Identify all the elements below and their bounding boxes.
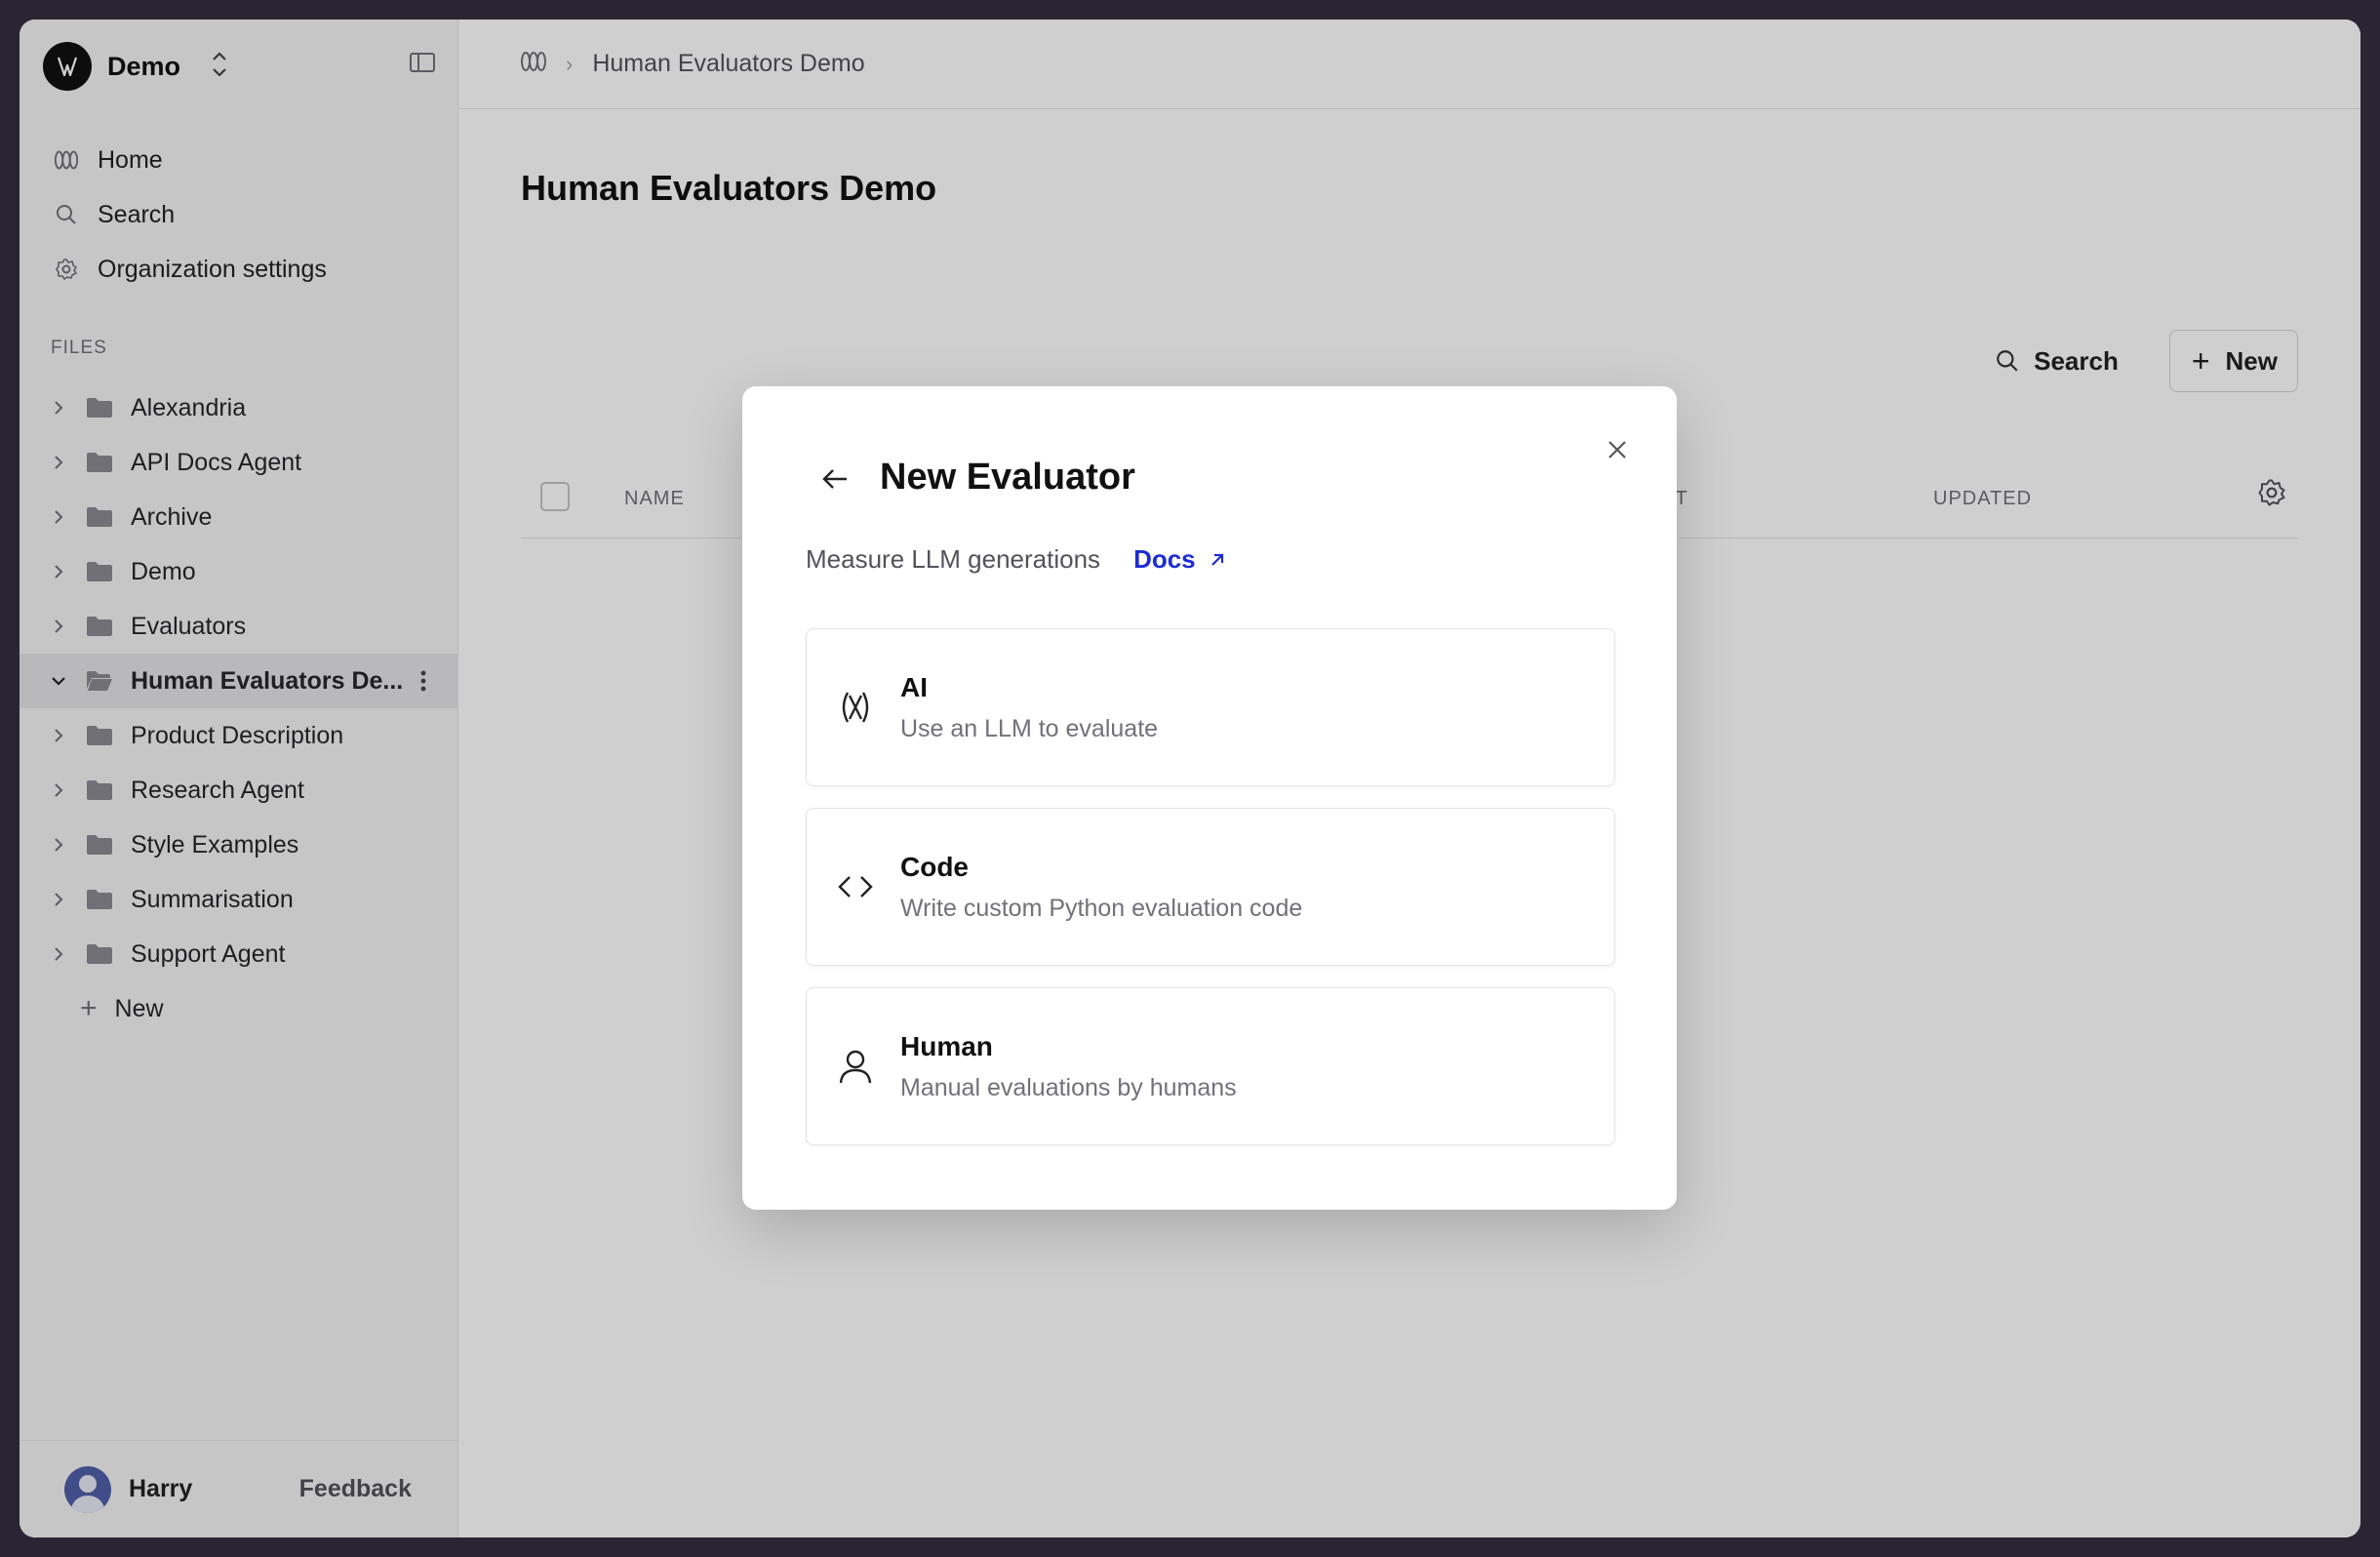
option-title: Code — [900, 852, 969, 882]
external-link-icon — [1210, 553, 1223, 566]
option-description: Use an LLM to evaluate — [900, 715, 1159, 742]
docs-link[interactable]: Docs — [1133, 544, 1227, 575]
docs-link-label: Docs — [1133, 544, 1196, 574]
dialog-subtitle: Measure LLM generations — [806, 544, 1101, 574]
option-title: AI — [900, 672, 928, 702]
option-description: Manual evaluations by humans — [900, 1074, 1237, 1101]
ai-logo-icon — [836, 688, 875, 732]
code-icon — [836, 867, 875, 911]
user-icon — [836, 1047, 875, 1091]
option-code[interactable]: Code Write custom Python evaluation code — [806, 808, 1615, 966]
arrow-left-icon[interactable] — [820, 466, 850, 497]
dialog-title: New Evaluator — [880, 457, 1135, 498]
option-human[interactable]: Human Manual evaluations by humans — [806, 987, 1615, 1145]
close-icon[interactable] — [1605, 437, 1630, 467]
option-description: Write custom Python evaluation code — [900, 895, 1303, 922]
new-evaluator-dialog: New Evaluator Measure LLM generations Do… — [742, 386, 1677, 1210]
dialog-subtitle-row: Measure LLM generations Docs — [806, 544, 1227, 575]
app-window: Demo Home Search Organization settings F… — [20, 20, 2360, 1537]
option-title: Human — [900, 1031, 993, 1061]
option-ai[interactable]: AI Use an LLM to evaluate — [806, 628, 1615, 786]
